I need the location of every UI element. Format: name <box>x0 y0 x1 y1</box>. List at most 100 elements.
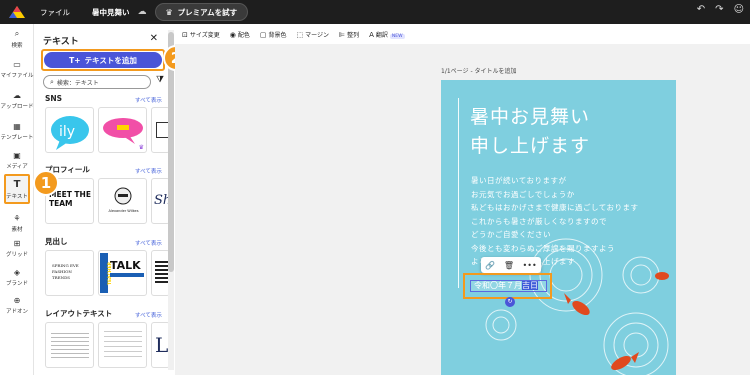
template-thumb-heading-2[interactable]: TEACHER TALK <box>98 250 147 296</box>
page-label[interactable]: 1/1ページ - タイトルを追加 <box>441 66 517 75</box>
body-line: これからも暑さが厳しくなりますので <box>471 216 607 226</box>
brand-icon: ◈ <box>13 268 21 277</box>
thumb-text-talk: TALK <box>110 259 141 272</box>
avatar-graphic <box>114 187 132 205</box>
date-text[interactable]: 令和〇年７月吉日 <box>474 280 538 292</box>
rotate-handle-icon[interactable]: ↻ <box>505 297 515 307</box>
text-icon: T <box>13 179 21 190</box>
toolbar-label: 配色 <box>237 31 250 39</box>
toolbar-label: マージン <box>305 31 329 39</box>
body-line: 今後とも変わらぬご厚誼を賜りますよう <box>471 243 615 253</box>
cloud-sync-icon: ☁ <box>137 7 147 17</box>
greeting-body[interactable]: 暑い日が続いておりますが お元気でお過ごしでしょうか 私どもはおかげさまで健康に… <box>471 174 639 269</box>
link-icon[interactable]: 🔗 <box>485 261 495 270</box>
align-button[interactable]: ⊫ 整列 <box>339 30 359 39</box>
speech-bubble-graphic: ily <box>51 116 89 150</box>
rail-item-grid[interactable]: ⊞ グリッド <box>0 239 34 258</box>
see-all-sns-link[interactable]: すべて表示 <box>135 96 162 104</box>
rail-item-elements[interactable]: ⚘ 素材 <box>0 214 34 233</box>
rail-item-search[interactable]: ⌕ 検索 <box>0 29 34 49</box>
toolbar-label: 背景色 <box>268 31 287 39</box>
thumb-text-meet-the-team: MEET THE TEAM <box>49 190 91 208</box>
top-bar: ファイル 暑中見舞い ☁ ♛ プレミアムを試す ↶ ↷ ☺ <box>0 0 750 24</box>
align-icon: ⊫ <box>338 30 346 39</box>
bg-color-icon: ▢ <box>259 30 267 39</box>
resize-icon: ⊡ <box>182 30 188 39</box>
step-badge-1: 1 <box>33 170 59 196</box>
section-title-layout-text: レイアウトテキスト <box>45 309 113 318</box>
palette-icon: ◉ <box>229 30 236 39</box>
see-all-layout-link[interactable]: すべて表示 <box>135 311 162 319</box>
rail-item-text[interactable]: T テキスト <box>4 174 30 204</box>
koi-fish-graphic <box>564 272 669 370</box>
background-color-button[interactable]: ▢ 背景色 <box>260 30 287 39</box>
teacher-bar-graphic <box>100 253 108 293</box>
rail-label: ブランド <box>5 281 28 287</box>
document-title[interactable]: 暑中見舞い <box>92 7 130 18</box>
undo-icon[interactable]: ↶ <box>697 4 705 15</box>
date-highlight: 吉日 <box>522 281 538 290</box>
grid-icon: ⊞ <box>13 239 21 248</box>
panel-title: テキスト <box>43 37 79 47</box>
rail-item-upload[interactable]: ☁ アップロード <box>0 91 34 110</box>
template-thumb-heading-1[interactable]: SPRING EVE FASHION TRENDS <box>45 250 94 296</box>
file-menu[interactable]: ファイル <box>40 7 70 18</box>
color-scheme-button[interactable]: ◉ 配色 <box>230 30 250 39</box>
margin-button[interactable]: ⬚ マージン <box>296 30 329 39</box>
see-all-profile-link[interactable]: すべて表示 <box>135 167 162 175</box>
canvas-toolbar: ⊡ サイズ変更 ◉ 配色 ▢ 背景色 ⬚ マージン ⊫ 整列 A 翻訳 NEW <box>182 27 405 41</box>
close-icon[interactable]: ✕ <box>150 33 158 44</box>
rail-item-addons[interactable]: ⊕ アドオン <box>0 296 34 315</box>
delete-icon[interactable]: 🗑 <box>504 261 514 270</box>
rail-label: テンプレート <box>0 135 34 141</box>
rail-item-my-files[interactable]: ▭ マイファイル <box>0 60 34 79</box>
media-icon: ▣ <box>13 151 21 160</box>
heading-line: 暑中お見舞い <box>470 106 591 128</box>
rail-label: アップロード <box>0 104 34 110</box>
rail-item-brand[interactable]: ◈ ブランド <box>0 268 34 287</box>
rail-label: テキスト <box>6 194 28 200</box>
app-logo-icon[interactable] <box>8 5 26 19</box>
vertical-rule <box>458 98 459 288</box>
body-line: どうかご自愛ください <box>471 230 551 239</box>
thumb-text-ily: ily <box>59 124 75 140</box>
addon-icon: ⊕ <box>13 296 21 305</box>
premium-label: プレミアムを試す <box>177 7 238 17</box>
template-thumb-profile-2[interactable]: Alexander Wilkes <box>98 178 147 224</box>
text-panel: テキスト ✕ T+ テキストを追加 ⌕ 検索：テキスト ⧩ SNS すべて表示 … <box>35 24 170 375</box>
template-thumb-sns-1[interactable]: ily <box>45 107 94 153</box>
translate-button[interactable]: A 翻訳 NEW <box>369 30 405 39</box>
thumb-text-name: Alexander Wilkes <box>108 209 139 213</box>
template-thumb-layout-2[interactable] <box>98 322 147 368</box>
body-line: お元気でお過ごしでしょうか <box>471 189 575 199</box>
template-icon: ▦ <box>13 122 21 131</box>
rail-label: マイファイル <box>0 73 34 79</box>
date-prefix: 令和〇年７月 <box>474 281 522 290</box>
search-icon: ⌕ <box>14 29 20 38</box>
crown-icon: ♛ <box>165 7 173 17</box>
heading-line: 申し上げます <box>470 135 591 157</box>
account-icon[interactable]: ☺ <box>734 4 744 15</box>
try-premium-button[interactable]: ♛ プレミアムを試す <box>154 3 249 21</box>
section-title-sns: SNS <box>45 94 63 103</box>
template-thumb-layout-1[interactable] <box>45 322 94 368</box>
rail-label: 検索 <box>11 43 23 49</box>
resize-button[interactable]: ⊡ サイズ変更 <box>182 30 220 39</box>
greeting-heading[interactable]: 暑中お見舞い 申し上げます <box>470 103 590 161</box>
rail-item-media[interactable]: ▣ メディア <box>0 151 34 170</box>
rail-label: 素材 <box>11 227 23 233</box>
see-all-heading-link[interactable]: すべて表示 <box>135 239 162 247</box>
template-thumb-sns-2[interactable]: ♛ <box>98 107 147 153</box>
folder-icon: ▭ <box>13 60 21 69</box>
search-placeholder: 検索：テキスト <box>56 79 99 87</box>
left-rail: ⌕ 検索 ▭ マイファイル ☁ アップロード ▦ テンプレート ▣ メディア T… <box>0 24 34 375</box>
section-title-heading: 見出し <box>45 237 68 246</box>
thumb-text-l: L <box>155 333 169 357</box>
filter-icon[interactable]: ⧩ <box>156 75 164 85</box>
redo-icon[interactable]: ↷ <box>715 4 723 15</box>
body-line: 暑い日が続いておりますが <box>471 176 567 185</box>
rail-item-templates[interactable]: ▦ テンプレート <box>0 122 34 141</box>
add-text-button[interactable]: T+ テキストを追加 <box>44 52 162 68</box>
more-options-icon[interactable]: ••• <box>523 261 537 270</box>
search-input[interactable]: ⌕ 検索：テキスト <box>43 75 151 89</box>
